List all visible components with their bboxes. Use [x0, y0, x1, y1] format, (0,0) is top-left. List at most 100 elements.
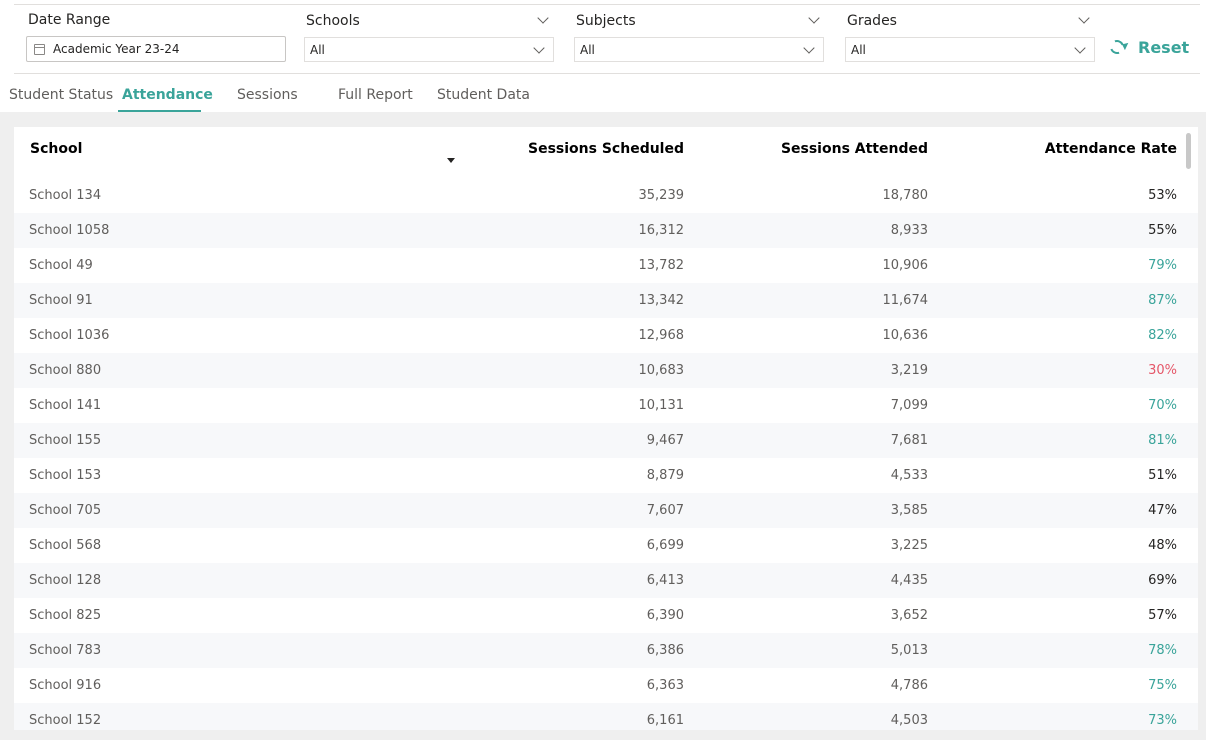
table-row[interactable]: School 91 13,342 11,674 87%	[14, 283, 1198, 318]
sort-descending-icon[interactable]	[447, 158, 455, 163]
school-cell: School 152	[29, 713, 102, 728]
table-row[interactable]: School 153 8,879 4,533 51%	[14, 458, 1198, 493]
table-row[interactable]: School 568 6,699 3,225 48%	[14, 528, 1198, 563]
sessions-attended-cell: 4,786	[890, 678, 928, 693]
subjects-dropdown[interactable]: All	[574, 37, 824, 62]
subjects-chevron-down-icon	[803, 42, 815, 54]
sessions-attended-cell: 5,013	[890, 643, 928, 658]
table-row[interactable]: School 916 6,363 4,786 75%	[14, 668, 1198, 703]
school-cell: School 91	[29, 293, 93, 308]
filter-bar: Date Range Academic Year 23-24 Schools A…	[14, 4, 1200, 74]
header-attendance-rate[interactable]: Attendance Rate	[1045, 141, 1177, 157]
schools-collapse-chevron-icon[interactable]	[537, 12, 549, 24]
school-cell: School 134	[29, 188, 102, 203]
sessions-scheduled-cell: 13,342	[638, 293, 685, 308]
grades-chevron-down-icon	[1074, 42, 1086, 54]
attendance-rate-cell: 75%	[1148, 678, 1177, 693]
sessions-scheduled-cell: 10,683	[638, 363, 685, 378]
table-row[interactable]: School 49 13,782 10,906 79%	[14, 248, 1198, 283]
subjects-value: All	[580, 43, 595, 57]
school-cell: School 153	[29, 468, 102, 483]
table-row[interactable]: School 1036 12,968 10,636 82%	[14, 318, 1198, 353]
grades-collapse-chevron-icon[interactable]	[1078, 12, 1090, 24]
attendance-rate-cell: 69%	[1148, 573, 1177, 588]
table-row[interactable]: School 825 6,390 3,652 57%	[14, 598, 1198, 633]
sessions-attended-cell: 18,780	[882, 188, 929, 203]
header-school[interactable]: School	[30, 141, 82, 157]
sessions-scheduled-cell: 7,607	[646, 503, 684, 518]
attendance-rate-cell: 51%	[1148, 468, 1177, 483]
sessions-scheduled-cell: 16,312	[638, 223, 685, 238]
sessions-scheduled-cell: 13,782	[638, 258, 685, 273]
schools-chevron-down-icon	[533, 42, 545, 54]
calendar-icon	[34, 44, 45, 55]
tab-attendance[interactable]: Attendance	[122, 87, 213, 103]
attendance-rate-cell: 78%	[1148, 643, 1177, 658]
table-row[interactable]: School 705 7,607 3,585 47%	[14, 493, 1198, 528]
date-range-input[interactable]: Academic Year 23-24	[26, 36, 286, 62]
sessions-attended-cell: 3,585	[890, 503, 928, 518]
table-row[interactable]: School 880 10,683 3,219 30%	[14, 353, 1198, 388]
school-cell: School 128	[29, 573, 102, 588]
attendance-rate-cell: 48%	[1148, 538, 1177, 553]
attendance-rate-cell: 53%	[1148, 188, 1177, 203]
attendance-rate-cell: 73%	[1148, 713, 1177, 728]
date-range-label: Date Range	[28, 12, 111, 28]
attendance-rate-cell: 30%	[1148, 363, 1177, 378]
attendance-table: School Sessions Scheduled Sessions Atten…	[14, 127, 1198, 730]
table-row[interactable]: School 783 6,386 5,013 78%	[14, 633, 1198, 668]
table-body: School 134 35,239 18,780 53% School 1058 16,3…	[14, 178, 1198, 730]
sessions-attended-cell: 4,503	[890, 713, 928, 728]
table-row[interactable]: School 128 6,413 4,435 69%	[14, 563, 1198, 598]
sessions-attended-cell: 3,225	[890, 538, 928, 553]
table-row[interactable]: School 1058 16,312 8,933 55%	[14, 213, 1198, 248]
sessions-scheduled-cell: 12,968	[638, 328, 685, 343]
sessions-scheduled-cell: 6,699	[646, 538, 684, 553]
tab-sessions[interactable]: Sessions	[237, 87, 298, 103]
vertical-scrollbar[interactable]	[1186, 133, 1191, 169]
grades-dropdown[interactable]: All	[845, 37, 1095, 62]
school-cell: School 783	[29, 643, 102, 658]
tab-bar: Student Status Attendance Sessions Full …	[0, 80, 1206, 112]
school-cell: School 568	[29, 538, 102, 553]
grades-label: Grades	[847, 13, 897, 29]
school-cell: School 49	[29, 258, 93, 273]
schools-value: All	[310, 43, 325, 57]
tab-full-report[interactable]: Full Report	[338, 87, 413, 103]
sessions-scheduled-cell: 6,161	[646, 713, 684, 728]
header-sessions-attended[interactable]: Sessions Attended	[781, 141, 928, 157]
sessions-attended-cell: 4,533	[890, 468, 928, 483]
schools-label: Schools	[306, 13, 360, 29]
sessions-scheduled-cell: 6,390	[646, 608, 684, 623]
sessions-attended-cell: 10,636	[882, 328, 929, 343]
attendance-rate-cell: 57%	[1148, 608, 1177, 623]
sessions-scheduled-cell: 6,386	[646, 643, 684, 658]
school-cell: School 155	[29, 433, 102, 448]
attendance-rate-cell: 55%	[1148, 223, 1177, 238]
school-cell: School 916	[29, 678, 102, 693]
school-cell: School 825	[29, 608, 102, 623]
sessions-scheduled-cell: 10,131	[638, 398, 685, 413]
sessions-attended-cell: 11,674	[882, 293, 929, 308]
table-row[interactable]: School 152 6,161 4,503 73%	[14, 703, 1198, 730]
subjects-collapse-chevron-icon[interactable]	[808, 12, 820, 24]
reset-label: Reset	[1138, 38, 1190, 57]
sessions-attended-cell: 4,435	[890, 573, 928, 588]
schools-dropdown[interactable]: All	[304, 37, 554, 62]
sessions-scheduled-cell: 35,239	[638, 188, 685, 203]
school-cell: School 705	[29, 503, 102, 518]
sessions-scheduled-cell: 9,467	[646, 433, 684, 448]
attendance-rate-cell: 87%	[1148, 293, 1177, 308]
header-sessions-scheduled[interactable]: Sessions Scheduled	[528, 141, 684, 157]
school-cell: School 1058	[29, 223, 110, 238]
sessions-attended-cell: 7,681	[890, 433, 928, 448]
school-cell: School 1036	[29, 328, 110, 343]
table-row[interactable]: School 155 9,467 7,681 81%	[14, 423, 1198, 458]
tab-student-data[interactable]: Student Data	[437, 87, 530, 103]
attendance-rate-cell: 47%	[1148, 503, 1177, 518]
table-row[interactable]: School 141 10,131 7,099 70%	[14, 388, 1198, 423]
date-range-value: Academic Year 23-24	[53, 42, 180, 56]
tab-student-status[interactable]: Student Status	[9, 87, 113, 103]
sessions-scheduled-cell: 6,363	[646, 678, 684, 693]
table-row[interactable]: School 134 35,239 18,780 53%	[14, 178, 1198, 213]
